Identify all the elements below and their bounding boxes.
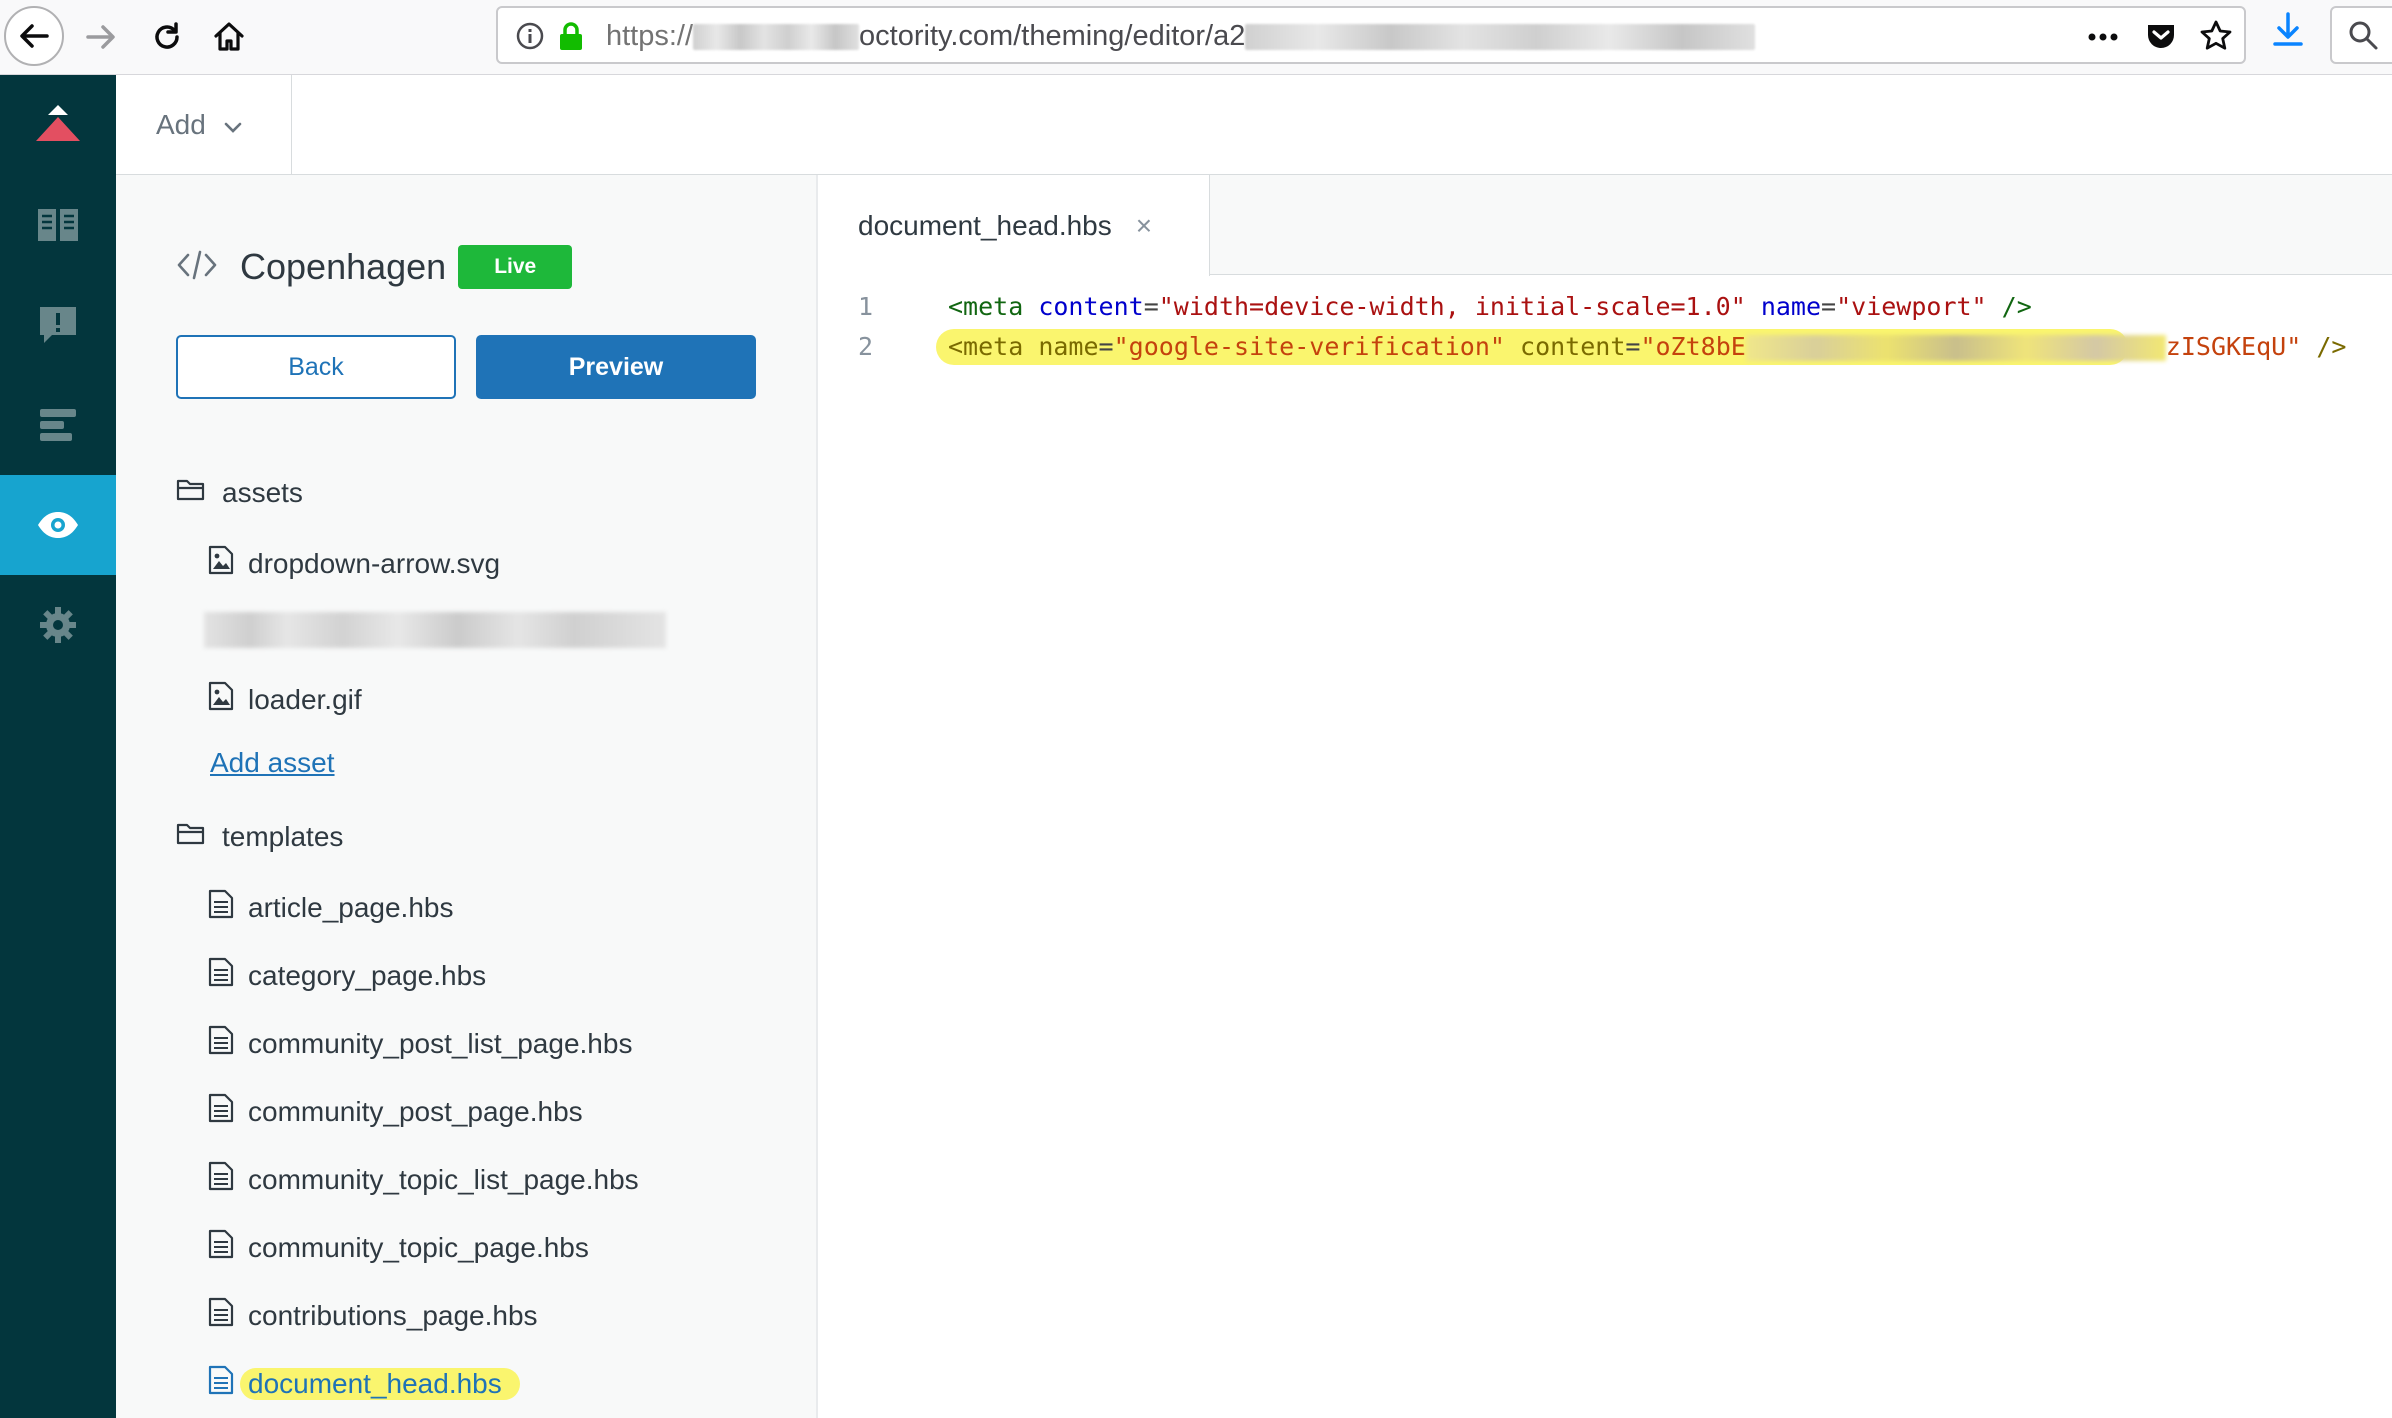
code-line-text: <meta name="google-site-verification" co… — [948, 332, 2347, 361]
app-header: Add — [116, 75, 2392, 175]
asset-file-label: loader.gif — [248, 683, 362, 715]
asset-file-label: dropdown-arrow.svg — [248, 547, 501, 579]
theme-name: Copenhagen — [240, 246, 447, 287]
template-file-label: community_post_list_page.hbs — [248, 1027, 633, 1059]
code-attr: name — [1038, 332, 1099, 361]
code-string: "google-site-verification" — [1113, 332, 1505, 361]
code-string: "viewport" — [1836, 292, 1987, 321]
download-icon[interactable] — [2270, 10, 2306, 55]
code-tag: <meta — [948, 332, 1024, 361]
document-icon — [208, 1161, 234, 1198]
folder-templates[interactable]: templates — [176, 821, 343, 853]
theme-title-row: Copenhagen Live — [176, 245, 573, 289]
reload-icon[interactable] — [136, 6, 198, 68]
document-icon — [208, 1093, 234, 1130]
template-file[interactable]: community_topic_page.hbs — [208, 1229, 589, 1266]
document-icon — [208, 957, 234, 994]
code-attr: name — [1760, 292, 1822, 321]
redacted-asset-file — [204, 612, 666, 648]
document-icon — [208, 889, 234, 926]
folder-assets[interactable]: assets — [176, 477, 303, 509]
code-string: "width=device-width, initial-scale=1.0" — [1158, 292, 1746, 321]
template-file[interactable]: category_page.hbs — [208, 957, 486, 994]
back-button[interactable]: Back — [176, 335, 456, 399]
home-icon[interactable] — [198, 6, 260, 68]
folder-label: templates — [222, 821, 344, 852]
template-file-label: document_head.hbs — [240, 1367, 520, 1400]
editor-tab-label: document_head.hbs — [858, 209, 1112, 241]
info-icon[interactable] — [514, 20, 546, 57]
pocket-icon[interactable] — [2144, 18, 2178, 57]
preview-button[interactable]: Preview — [476, 335, 756, 399]
code-attr: content — [1038, 292, 1144, 321]
code-string: "oZt8bE — [1640, 332, 1746, 361]
gear-icon[interactable] — [0, 575, 116, 675]
folder-label: assets — [222, 477, 303, 508]
list-bars-icon[interactable] — [0, 375, 116, 475]
document-icon — [208, 1365, 234, 1402]
template-file[interactable]: article_page.hbs — [208, 889, 453, 926]
code-attr: content — [1520, 332, 1626, 361]
url-prefix: https:// — [606, 20, 694, 52]
template-file-selected[interactable]: document_head.hbs — [208, 1365, 520, 1402]
editor-tab[interactable]: document_head.hbs × — [818, 175, 1210, 276]
add-asset-link[interactable]: Add asset — [210, 747, 335, 779]
code-editor: document_head.hbs × 1 <meta content="wid… — [818, 175, 2392, 1418]
template-file-label: article_page.hbs — [248, 891, 454, 923]
lock-icon — [556, 20, 586, 57]
code-tag: <meta — [948, 292, 1024, 321]
forward-arrow-icon[interactable] — [70, 6, 132, 68]
asset-file[interactable]: loader.gif — [208, 681, 362, 718]
zendesk-logo-icon[interactable] — [0, 75, 116, 175]
template-file-label: community_topic_page.hbs — [248, 1231, 589, 1263]
template-file[interactable]: community_post_list_page.hbs — [208, 1025, 632, 1062]
url-text: https:// octority.com/theming/editor/a2 — [606, 20, 1756, 53]
line-number: 1 — [858, 292, 874, 321]
app-rail — [0, 75, 116, 1418]
url-domain: octority.com/theming/editor/a2 — [859, 20, 1246, 52]
template-file[interactable]: community_post_page.hbs — [208, 1093, 583, 1130]
redacted-path — [1245, 24, 1756, 51]
template-file-label: category_page.hbs — [248, 959, 487, 991]
back-arrow-icon[interactable] — [4, 6, 64, 66]
code-tag: /> — [2001, 292, 2032, 321]
search-icon — [2346, 18, 2380, 57]
document-icon — [208, 1025, 234, 1062]
close-icon[interactable]: × — [1136, 210, 1152, 242]
template-file-label: community_topic_list_page.hbs — [248, 1163, 639, 1195]
editor-tab-strip: document_head.hbs × — [818, 175, 2392, 276]
document-icon — [208, 1297, 234, 1334]
theme-file-panel: Copenhagen Live Back Preview assets drop… — [116, 175, 818, 1418]
image-file-icon — [208, 545, 234, 582]
code-icon — [176, 249, 218, 286]
code-line-text: <meta content="width=device-width, initi… — [948, 292, 2032, 321]
template-file-label: contributions_page.hbs — [248, 1299, 538, 1331]
eye-icon[interactable] — [0, 475, 116, 575]
live-status-badge: Live — [458, 245, 573, 289]
code-tag: /> — [2316, 332, 2347, 361]
alert-message-icon[interactable] — [0, 275, 116, 375]
code-string: zISGKEqU" — [2165, 332, 2302, 361]
chevron-down-icon — [224, 109, 242, 141]
line-number: 2 — [858, 332, 874, 361]
template-file[interactable]: community_topic_list_page.hbs — [208, 1161, 639, 1198]
search-box[interactable] — [2330, 6, 2392, 64]
more-actions-icon[interactable] — [2086, 22, 2120, 57]
code-line-highlighted: 2 <meta name="google-site-verification" … — [818, 327, 2346, 367]
folder-icon — [176, 821, 206, 853]
redacted-subdomain — [693, 24, 860, 51]
redacted-verification-code — [1745, 335, 2166, 361]
template-file[interactable]: contributions_page.hbs — [208, 1297, 538, 1334]
browser-toolbar: https:// octority.com/theming/editor/a2 — [0, 0, 2392, 75]
template-file-label: community_post_page.hbs — [248, 1095, 583, 1127]
add-menu-label: Add — [156, 108, 206, 140]
url-bar[interactable]: https:// octority.com/theming/editor/a2 — [496, 6, 2246, 64]
bookmark-star-icon[interactable] — [2198, 18, 2234, 59]
document-icon — [208, 1229, 234, 1266]
guide-book-icon[interactable] — [0, 175, 116, 275]
asset-file[interactable]: dropdown-arrow.svg — [208, 545, 500, 582]
image-file-icon — [208, 681, 234, 718]
add-menu-button[interactable]: Add — [116, 75, 292, 174]
folder-icon — [176, 477, 206, 509]
